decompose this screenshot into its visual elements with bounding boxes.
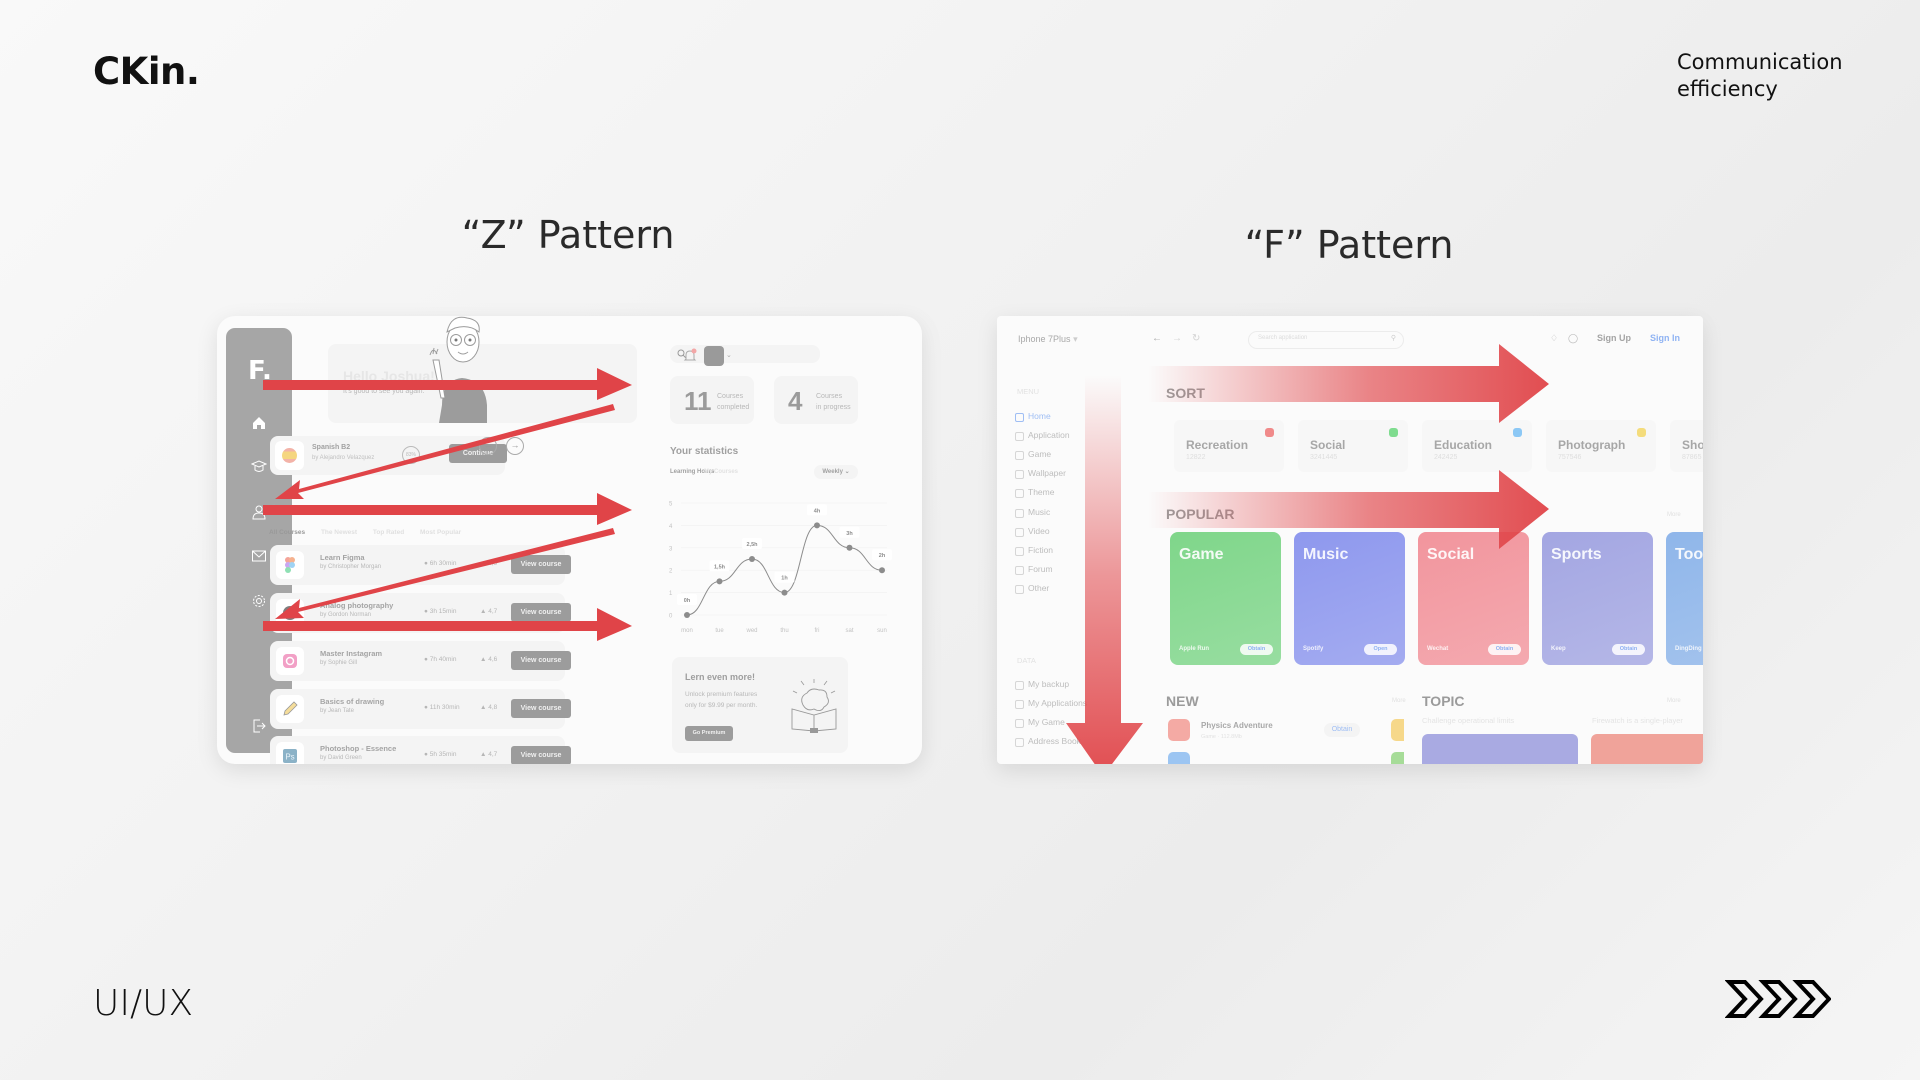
z-arrow-4 [275,528,615,619]
f-arrow-down [1066,375,1143,764]
z-arrow-5 [263,608,632,641]
topic-line-2: efficiency [1677,77,1778,101]
z-arrow-2 [275,404,615,499]
f-pattern-arrows [1066,344,1549,764]
brand-logo: CKin. [93,50,200,93]
z-pattern-arrows [263,368,632,641]
triple-chevron-right-icon[interactable] [1725,978,1831,1020]
z-pattern-mockup: F. Hello Joshua! It's good to see you ag… [217,316,922,764]
f-pattern-title: “F” Pattern [1244,223,1454,267]
category-label: UI/UX [93,983,194,1024]
f-arrow-middle [1148,470,1549,549]
f-pattern-mockup: Iphone 7Plus ▾ ← → ↻ Search application … [997,316,1703,764]
slide-topic: Communication efficiency [1677,49,1843,103]
z-pattern-title: “Z” Pattern [461,213,675,257]
topic-line-1: Communication [1677,50,1843,74]
z-arrow-1 [263,368,632,400]
z-arrow-3 [263,493,632,525]
f-arrow-top [1148,344,1549,423]
